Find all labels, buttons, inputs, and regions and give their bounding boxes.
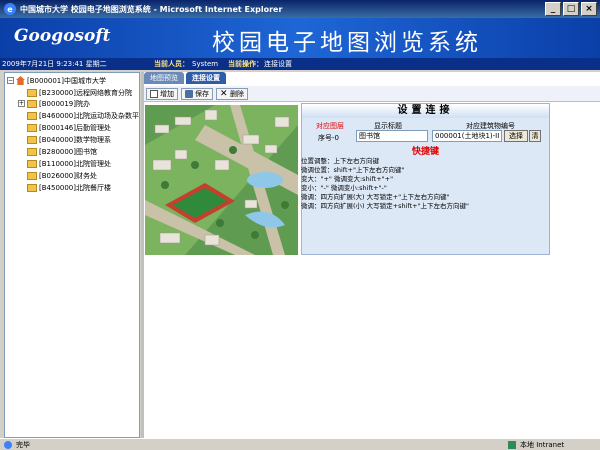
- folder-icon: [27, 183, 37, 192]
- operation-label: 当前操作：: [228, 60, 263, 68]
- save-icon: [185, 89, 193, 98]
- folder-icon: [27, 111, 37, 120]
- row-label: 序号-0: [318, 134, 339, 142]
- tree-item-label: [B000019]院办: [39, 99, 90, 108]
- campus-map-image: [145, 105, 298, 255]
- folder-icon: [27, 88, 37, 97]
- main-content: 地图预览 连接设置 增加 保存 ✕ 删除 设置连接 对应图层 显示标题 对应建筑…: [144, 72, 600, 438]
- status-bar: 完毕 本地 Intranet: [0, 438, 600, 450]
- tree-root-label: [B000001]中国城市大学: [27, 76, 106, 85]
- tree-item[interactable]: [B280000]图书馆: [27, 146, 97, 157]
- delete-x-icon: ✕: [220, 88, 228, 99]
- tree-item[interactable]: [B230000]远程网络教育分院: [27, 87, 132, 98]
- folder-icon: [27, 147, 37, 156]
- tree-item-label: [B000146]后勤管理处: [39, 123, 111, 132]
- operation-value: 连接设置: [264, 60, 292, 68]
- select-button[interactable]: 选择: [504, 130, 528, 142]
- home-icon: [16, 76, 25, 85]
- tab-connection-settings[interactable]: 连接设置: [186, 72, 226, 84]
- building-code-input[interactable]: 000001(土地块1)-II: [432, 130, 502, 142]
- tab-map-preview[interactable]: 地图预览: [144, 72, 184, 84]
- help-line: 微调：四方向扩展(小) 大写锁定+shift+"上下左右方向键": [301, 202, 470, 210]
- tree-item-label: [B110000]北院管理处: [39, 159, 111, 168]
- folder-icon: [27, 135, 37, 144]
- toolbar: 增加 保存 ✕ 删除: [144, 86, 600, 102]
- clear-button[interactable]: 清: [529, 130, 541, 142]
- tree-item[interactable]: + [B000019]院办: [18, 98, 90, 109]
- window-titlebar: e 中国城市大学 校园电子地图浏览系统 - Microsoft Internet…: [0, 0, 600, 18]
- expand-icon[interactable]: +: [18, 100, 25, 107]
- header-banner: Googosoft 校园电子地图浏览系统: [0, 18, 600, 58]
- tree-item[interactable]: [B040000]数学物理系: [27, 134, 111, 145]
- new-page-icon: [150, 89, 158, 98]
- tree-item-label: [B040000]数学物理系: [39, 135, 111, 144]
- folder-icon: [27, 159, 37, 168]
- logo: Googosoft: [14, 26, 111, 46]
- maximize-button[interactable]: □: [563, 2, 579, 16]
- tree-item[interactable]: [B026000]财务处: [27, 170, 97, 181]
- save-button[interactable]: 保存: [181, 87, 213, 100]
- tree-item-label: [B280000]图书馆: [39, 147, 97, 156]
- panel-title: 设置连接: [302, 104, 549, 118]
- minimize-button[interactable]: _: [545, 2, 561, 16]
- add-button[interactable]: 增加: [146, 87, 178, 100]
- page-icon: [4, 441, 12, 449]
- window-title: 中国城市大学 校园电子地图浏览系统 - Microsoft Internet E…: [20, 4, 283, 14]
- system-title: 校园电子地图浏览系统: [212, 30, 482, 56]
- save-label: 保存: [195, 89, 209, 98]
- tree-item-label: [B460000]北院运动场及杂数平房: [39, 111, 140, 120]
- datetime: 2009年7月21日 9:23:41 星期二: [2, 60, 107, 68]
- tree-root[interactable]: − [B000001]中国城市大学: [7, 75, 106, 86]
- delete-button[interactable]: ✕ 删除: [216, 87, 248, 100]
- close-button[interactable]: ×: [581, 2, 597, 16]
- tab-bar: 地图预览 连接设置: [144, 72, 228, 84]
- folder-icon: [27, 99, 37, 108]
- window-controls: _ □ ×: [545, 2, 597, 16]
- col-layer-header: 对应图层: [316, 122, 344, 130]
- delete-label: 删除: [230, 89, 244, 98]
- building-tree: − [B000001]中国城市大学 [B230000]远程网络教育分院 + [B0…: [4, 72, 140, 438]
- folder-icon: [27, 171, 37, 180]
- tree-item[interactable]: [B000146]后勤管理处: [27, 122, 111, 133]
- tree-item-label: [B026000]财务处: [39, 171, 97, 180]
- tree-item[interactable]: [B450000]北院餐厅楼: [27, 182, 111, 193]
- add-label: 增加: [160, 89, 174, 98]
- tree-item-label: [B230000]远程网络教育分院: [39, 88, 132, 97]
- folder-icon: [27, 123, 37, 132]
- user-label: 当前人员：: [154, 60, 189, 68]
- info-bar: 2009年7月21日 9:23:41 星期二 当前人员： System 当前操作…: [0, 58, 600, 70]
- tree-item[interactable]: [B110000]北院管理处: [27, 158, 111, 169]
- ie-icon: e: [4, 3, 16, 15]
- display-title-input[interactable]: 图书馆: [356, 130, 428, 142]
- zone-text: 本地 Intranet: [520, 441, 565, 449]
- collapse-icon[interactable]: −: [7, 77, 14, 84]
- campus-map[interactable]: [145, 105, 298, 255]
- intranet-icon: [508, 441, 516, 449]
- tree-item-label: [B450000]北院餐厅楼: [39, 183, 111, 192]
- tree-item[interactable]: [B460000]北院运动场及杂数平房: [27, 110, 140, 121]
- status-text: 完毕: [16, 441, 30, 449]
- user-value: System: [192, 60, 219, 68]
